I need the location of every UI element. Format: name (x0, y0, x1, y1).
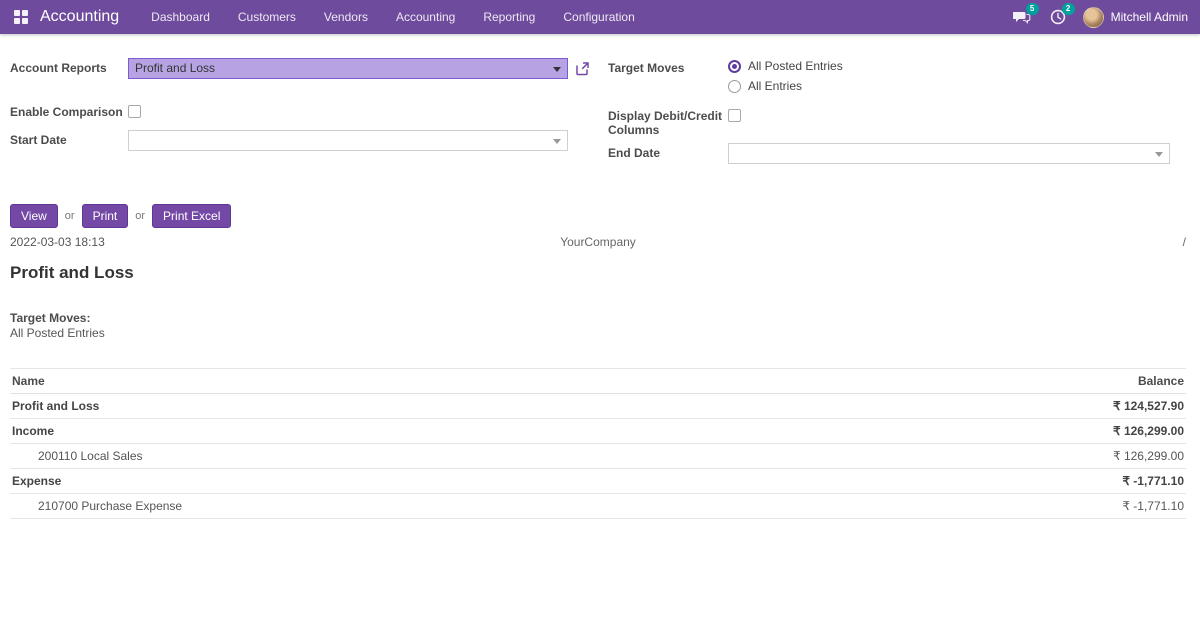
report-page-indicator: / (798, 235, 1186, 249)
account-reports-row: Account Reports Profit and Loss (10, 58, 598, 79)
user-avatar (1083, 7, 1104, 28)
chevron-down-icon (553, 139, 561, 144)
table-row: Expense₹ -1,771.10 (10, 469, 1186, 494)
chevron-down-icon (553, 67, 561, 72)
radio-all-posted-entries[interactable]: All Posted Entries (728, 59, 843, 73)
messages-badge: 5 (1026, 3, 1039, 15)
account-reports-select[interactable]: Profit and Loss (128, 58, 568, 79)
top-navbar: Accounting Dashboard Customers Vendors A… (0, 0, 1200, 34)
table-row: 200110 Local Sales₹ 126,299.00 (10, 444, 1186, 469)
radio-icon (728, 60, 741, 73)
report-options-form: Account Reports Profit and Loss Enable C… (0, 34, 1200, 164)
menu-reporting[interactable]: Reporting (469, 0, 549, 34)
start-date-select[interactable] (128, 130, 568, 151)
action-buttons: View or Print or Print Excel (10, 204, 1200, 228)
start-date-label: Start Date (10, 130, 128, 147)
row-name-cell: 210700 Purchase Expense (10, 494, 832, 519)
display-debit-credit-label: Display Debit/Credit Columns (608, 106, 728, 137)
target-moves-summary-value: All Posted Entries (10, 326, 1200, 341)
user-name: Mitchell Admin (1111, 10, 1188, 24)
end-date-select[interactable] (728, 143, 1170, 164)
or-separator: or (65, 210, 75, 222)
app-title[interactable]: Accounting (40, 8, 119, 26)
enable-comparison-checkbox[interactable] (128, 105, 141, 118)
systray: 5 2 Mitchell Admin (1011, 7, 1188, 28)
menu-vendors[interactable]: Vendors (310, 0, 382, 34)
radio-icon (728, 80, 741, 93)
user-menu[interactable]: Mitchell Admin (1083, 7, 1188, 28)
print-button[interactable]: Print (82, 204, 129, 228)
end-date-label: End Date (608, 143, 728, 160)
radio-all-entries[interactable]: All Entries (728, 79, 843, 93)
report-timestamp: 2022-03-03 18:13 (10, 235, 398, 249)
row-balance-cell: ₹ 124,527.90 (832, 394, 1186, 419)
menu-configuration[interactable]: Configuration (549, 0, 648, 34)
view-button[interactable]: View (10, 204, 58, 228)
table-row: 210700 Purchase Expense₹ -1,771.10 (10, 494, 1186, 519)
row-name-cell: 200110 Local Sales (10, 444, 832, 469)
menu-accounting[interactable]: Accounting (382, 0, 469, 34)
table-header-row: Name Balance (10, 369, 1186, 394)
table-row: Profit and Loss₹ 124,527.90 (10, 394, 1186, 419)
account-reports-label: Account Reports (10, 58, 128, 75)
activities-badge: 2 (1062, 3, 1075, 15)
external-link-icon[interactable] (575, 61, 590, 76)
target-moves-summary: Target Moves: All Posted Entries (10, 311, 1200, 341)
menu-dashboard[interactable]: Dashboard (137, 0, 224, 34)
report-company: YourCompany (398, 235, 798, 249)
target-moves-row: Target Moves All Posted Entries All Entr… (608, 58, 1186, 93)
main-menu: Dashboard Customers Vendors Accounting R… (137, 0, 649, 34)
row-balance-cell: ₹ 126,299.00 (832, 419, 1186, 444)
row-balance-cell: ₹ 126,299.00 (832, 444, 1186, 469)
column-header-name: Name (10, 369, 832, 394)
row-balance-cell: ₹ -1,771.10 (832, 469, 1186, 494)
or-separator: or (135, 210, 145, 222)
enable-comparison-label: Enable Comparison (10, 102, 128, 119)
row-name-cell: Income (10, 419, 832, 444)
display-debit-credit-checkbox[interactable] (728, 109, 741, 122)
column-header-balance: Balance (832, 369, 1186, 394)
target-moves-radio-group: All Posted Entries All Entries (728, 58, 843, 93)
enable-comparison-row: Enable Comparison (10, 102, 598, 119)
row-name-cell: Profit and Loss (10, 394, 832, 419)
report-title: Profit and Loss (10, 263, 1200, 283)
messages-icon[interactable]: 5 (1011, 7, 1033, 27)
target-moves-label: Target Moves (608, 58, 728, 75)
row-name-cell: Expense (10, 469, 832, 494)
activities-icon[interactable]: 2 (1047, 7, 1069, 27)
report-meta-row: 2022-03-03 18:13 YourCompany / (10, 235, 1186, 249)
table-row: Income₹ 126,299.00 (10, 419, 1186, 444)
row-balance-cell: ₹ -1,771.10 (832, 494, 1186, 519)
print-excel-button[interactable]: Print Excel (152, 204, 231, 228)
menu-customers[interactable]: Customers (224, 0, 310, 34)
end-date-row: End Date (608, 143, 1186, 164)
chevron-down-icon (1155, 152, 1163, 157)
start-date-row: Start Date (10, 130, 598, 151)
display-debit-credit-row: Display Debit/Credit Columns (608, 106, 1186, 137)
apps-grid-icon[interactable] (14, 10, 28, 24)
report-table: Name Balance Profit and Loss₹ 124,527.90… (10, 368, 1186, 519)
account-reports-value: Profit and Loss (135, 61, 215, 75)
target-moves-summary-label: Target Moves: (10, 311, 1200, 326)
